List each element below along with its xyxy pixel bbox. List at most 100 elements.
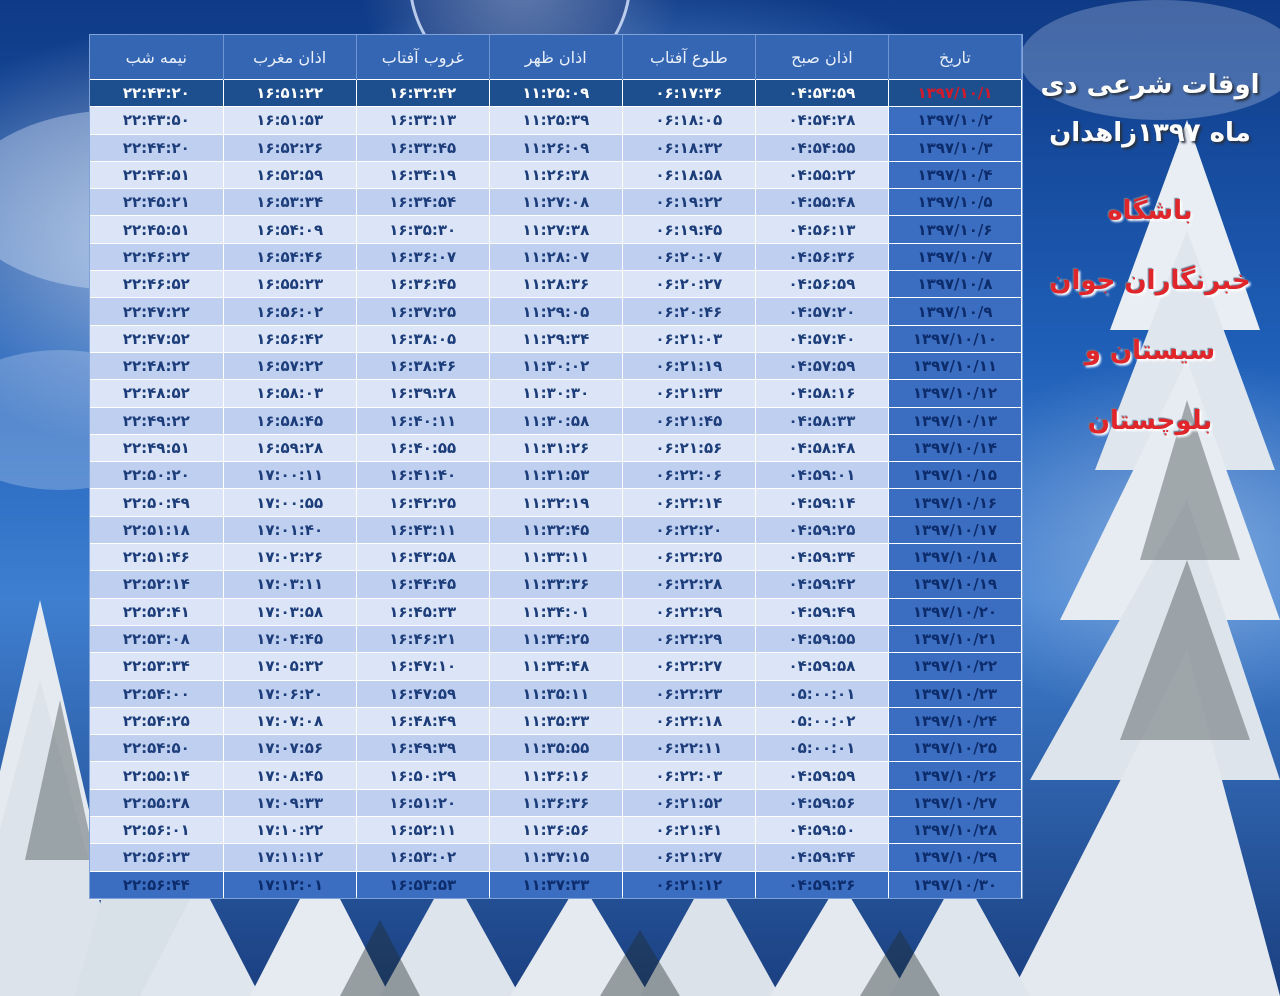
sunrise-time: ۰۶:۲۱:۵۶ [622,433,756,462]
midnight-time: ۲۲:۴۴:۲۰ [90,133,224,162]
dhuhr-time: ۱۱:۳۵:۱۱ [489,679,623,708]
maghrib-time: ۱۷:۱۲:۰۱ [223,870,357,898]
table-row: ۱۳۹۷/۱۰/۲۳ ۰۵:۰۰:۰۱ ۰۶:۲۲:۲۳ ۱۱:۳۵:۱۱ ۱۶:۴۷:… [90,679,1023,708]
maghrib-time: ۱۷:۱۰:۲۲ [223,816,357,844]
table-body: ۱۳۹۷/۱۰/۱ ۰۴:۵۳:۵۹ ۰۶:۱۷:۳۶ ۱۱:۲۵:۰۹ ۱۶:۳۲:۴… [90,78,1023,898]
dhuhr-time: ۱۱:۳۱:۵۳ [489,461,623,489]
table-row: ۱۳۹۷/۱۰/۴ ۰۴:۵۵:۲۲ ۰۶:۱۸:۵۸ ۱۱:۲۶:۳۸ ۱۶:۳۴:۱… [90,160,1023,189]
club-name-line1: باشگاه [1107,196,1193,226]
sunset-time: ۱۶:۳۴:۱۹ [356,160,490,189]
date-cell: ۱۳۹۷/۱۰/۱ [888,78,1023,107]
table-row: ۱۳۹۷/۱۰/۲۲ ۰۴:۵۹:۵۸ ۰۶:۲۲:۲۷ ۱۱:۳۴:۴۸ ۱۶:۴۷:… [90,652,1023,681]
maghrib-time: ۱۷:۰۹:۳۳ [223,788,357,817]
maghrib-time: ۱۶:۵۷:۲۲ [223,351,357,380]
maghrib-time: ۱۷:۰۷:۵۶ [223,734,357,762]
fajr-time: ۰۵:۰۰:۰۲ [755,706,889,735]
table-row: ۱۳۹۷/۱۰/۱۸ ۰۴:۵۹:۳۴ ۰۶:۲۲:۲۵ ۱۱:۳۳:۱۱ ۱۶:۴۳:… [90,543,1023,571]
maghrib-time: ۱۷:۰۲:۲۶ [223,543,357,571]
sunrise-time: ۰۶:۲۲:۲۳ [622,679,756,708]
club-name-line3: سیستان و [1084,336,1216,366]
sunrise-time: ۰۶:۲۲:۱۴ [622,488,756,517]
sunset-time: ۱۶:۴۵:۳۳ [356,597,490,626]
sunset-time: ۱۶:۴۹:۳۹ [356,734,490,762]
dhuhr-time: ۱۱:۳۶:۳۶ [489,788,623,817]
caption-title-line2: ماه ۱۳۹۷زاهدان [1049,118,1251,148]
fajr-time: ۰۴:۵۶:۱۳ [755,215,889,244]
date-cell: ۱۳۹۷/۱۰/۲۲ [888,652,1023,681]
midnight-time: ۲۲:۵۰:۴۹ [90,488,224,517]
sunset-time: ۱۶:۴۰:۱۱ [356,406,490,435]
sunrise-time: ۰۶:۲۱:۳۳ [622,379,756,408]
maghrib-time: ۱۶:۵۸:۴۵ [223,406,357,435]
fajr-time: ۰۵:۰۰:۰۱ [755,679,889,708]
sunset-time: ۱۶:۵۲:۱۱ [356,816,490,844]
midnight-time: ۲۲:۵۱:۱۸ [90,515,224,544]
table-row: ۱۳۹۷/۱۰/۲۹ ۰۴:۵۹:۴۴ ۰۶:۲۱:۲۷ ۱۱:۳۷:۱۵ ۱۶:۵۳:… [90,843,1023,872]
fajr-header: اذان صبح [755,35,889,80]
table-row: ۱۳۹۷/۱۰/۲۰ ۰۴:۵۹:۴۹ ۰۶:۲۲:۲۹ ۱۱:۳۴:۰۱ ۱۶:۴۵:… [90,597,1023,626]
midnight-time: ۲۲:۴۶:۵۲ [90,270,224,298]
midnight-time: ۲۲:۴۳:۵۰ [90,106,224,135]
dhuhr-time: ۱۱:۲۵:۰۹ [489,78,623,107]
dhuhr-time: ۱۱:۳۰:۳۰ [489,379,623,408]
date-cell: ۱۳۹۷/۱۰/۴ [888,160,1023,189]
date-cell: ۱۳۹۷/۱۰/۲۱ [888,624,1023,653]
sunrise-time: ۰۶:۱۷:۳۶ [622,78,756,107]
sunset-time: ۱۶:۴۶:۲۱ [356,624,490,653]
fajr-time: ۰۴:۵۵:۴۸ [755,188,889,216]
date-cell: ۱۳۹۷/۱۰/۲۵ [888,734,1023,762]
sunrise-time: ۰۶:۲۲:۲۸ [622,570,756,599]
table-row: ۱۳۹۷/۱۰/۱۵ ۰۴:۵۹:۰۱ ۰۶:۲۲:۰۶ ۱۱:۳۱:۵۳ ۱۶:۴۱:… [90,461,1023,489]
maghrib-time: ۱۶:۵۶:۴۲ [223,324,357,353]
fajr-time: ۰۴:۵۷:۴۰ [755,324,889,353]
fajr-time: ۰۴:۵۹:۵۶ [755,788,889,817]
date-cell: ۱۳۹۷/۱۰/۱۷ [888,515,1023,544]
midnight-time: ۲۲:۵۵:۳۸ [90,788,224,817]
sunrise-time: ۰۶:۲۲:۲۰ [622,515,756,544]
midnight-time: ۲۲:۴۸:۲۲ [90,351,224,380]
midnight-time: ۲۲:۵۲:۴۱ [90,597,224,626]
sunrise-time: ۰۶:۱۸:۵۸ [622,160,756,189]
dhuhr-time: ۱۱:۳۶:۱۶ [489,761,623,790]
table-row: ۱۳۹۷/۱۰/۱۱ ۰۴:۵۷:۵۹ ۰۶:۲۱:۱۹ ۱۱:۳۰:۰۲ ۱۶:۳۸:… [90,351,1023,380]
midnight-time: ۲۲:۵۴:۲۵ [90,706,224,735]
midnight-time: ۲۲:۵۰:۲۰ [90,461,224,489]
dhuhr-time: ۱۱:۳۵:۳۳ [489,706,623,735]
maghrib-time: ۱۷:۱۱:۱۲ [223,843,357,872]
sunset-time: ۱۶:۴۸:۴۹ [356,706,490,735]
dhuhr-time: ۱۱:۳۳:۱۱ [489,543,623,571]
date-cell: ۱۳۹۷/۱۰/۳ [888,133,1023,162]
fajr-time: ۰۴:۵۹:۳۴ [755,543,889,571]
table-row: ۱۳۹۷/۱۰/۱ ۰۴:۵۳:۵۹ ۰۶:۱۷:۳۶ ۱۱:۲۵:۰۹ ۱۶:۳۲:۴… [90,78,1023,107]
table-row: ۱۳۹۷/۱۰/۷ ۰۴:۵۶:۳۶ ۰۶:۲۰:۰۷ ۱۱:۲۸:۰۷ ۱۶:۳۶:۰… [90,242,1023,271]
table-row: ۱۳۹۷/۱۰/۱۶ ۰۴:۵۹:۱۴ ۰۶:۲۲:۱۴ ۱۱:۳۲:۱۹ ۱۶:۴۲:… [90,488,1023,517]
midnight-time: ۲۲:۴۴:۵۱ [90,160,224,189]
maghrib-time: ۱۷:۰۰:۱۱ [223,461,357,489]
maghrib-time: ۱۶:۵۴:۴۶ [223,242,357,271]
fajr-time: ۰۴:۵۷:۵۹ [755,351,889,380]
fajr-time: ۰۴:۵۷:۲۰ [755,297,889,326]
table-row: ۱۳۹۷/۱۰/۶ ۰۴:۵۶:۱۳ ۰۶:۱۹:۴۵ ۱۱:۲۷:۳۸ ۱۶:۳۵:۳… [90,215,1023,244]
dhuhr-time: ۱۱:۳۶:۵۶ [489,816,623,844]
date-cell: ۱۳۹۷/۱۰/۱۹ [888,570,1023,599]
date-cell: ۱۳۹۷/۱۰/۲۹ [888,843,1023,872]
maghrib-time: ۱۶:۵۹:۲۸ [223,433,357,462]
club-name-line2: خبرنگاران جوان [1049,266,1251,296]
table-row: ۱۳۹۷/۱۰/۲۶ ۰۴:۵۹:۵۹ ۰۶:۲۲:۰۳ ۱۱:۳۶:۱۶ ۱۶:۵۰:… [90,761,1023,790]
date-cell: ۱۳۹۷/۱۰/۲۸ [888,816,1023,844]
fajr-time: ۰۴:۵۹:۵۰ [755,816,889,844]
sunset-time: ۱۶:۳۸:۴۶ [356,351,490,380]
table-row: ۱۳۹۷/۱۰/۱۹ ۰۴:۵۹:۴۲ ۰۶:۲۲:۲۸ ۱۱:۳۳:۳۶ ۱۶:۴۴:… [90,570,1023,599]
maghrib-time: ۱۷:۰۶:۲۰ [223,679,357,708]
table-row: ۱۳۹۷/۱۰/۳ ۰۴:۵۴:۵۵ ۰۶:۱۸:۳۲ ۱۱:۲۶:۰۹ ۱۶:۳۳:۴… [90,133,1023,162]
midnight-time: ۲۲:۵۴:۰۰ [90,679,224,708]
sunset-time: ۱۶:۴۳:۱۱ [356,515,490,544]
midnight-time: ۲۲:۵۶:۲۳ [90,843,224,872]
sunrise-time: ۰۶:۲۱:۴۵ [622,406,756,435]
table-row: ۱۳۹۷/۱۰/۸ ۰۴:۵۶:۵۹ ۰۶:۲۰:۲۷ ۱۱:۲۸:۳۶ ۱۶:۳۶:۴… [90,270,1023,298]
sunset-time: ۱۶:۳۵:۳۰ [356,215,490,244]
dhuhr-time: ۱۱:۳۱:۲۶ [489,433,623,462]
dhuhr-time: ۱۱:۲۶:۳۸ [489,160,623,189]
sunset-time: ۱۶:۳۴:۵۴ [356,188,490,216]
midnight-time: ۲۲:۴۳:۲۰ [90,78,224,107]
